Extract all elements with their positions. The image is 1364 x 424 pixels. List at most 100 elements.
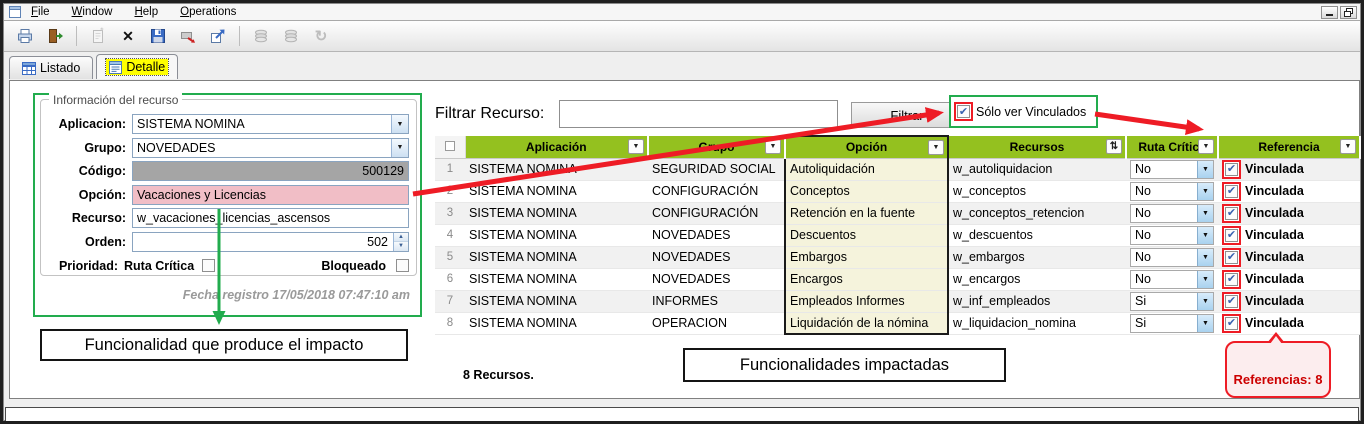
chevron-down-icon[interactable]: ▼ (1197, 183, 1213, 200)
ruta-critica-checkbox[interactable] (202, 259, 215, 272)
aplicacion-dropdown[interactable]: SISTEMA NOMINA ▼ (132, 114, 409, 134)
menu-window[interactable]: Window (72, 6, 113, 18)
table-row[interactable]: 2 SISTEMA NOMINA CONFIGURACIÓN Conceptos… (435, 180, 1360, 202)
cell-grupo[interactable]: CONFIGURACIÓN (648, 180, 785, 202)
cell-referencia[interactable]: ✔Vinculada (1218, 290, 1360, 312)
table-row[interactable]: 6 SISTEMA NOMINA NOVEDADES Encargos w_en… (435, 268, 1360, 290)
chevron-down-icon[interactable]: ▼ (1197, 315, 1213, 332)
table-row[interactable]: 5 SISTEMA NOMINA NOVEDADES Embargos w_em… (435, 246, 1360, 268)
cell-ruta-critica[interactable]: No▼ (1126, 224, 1218, 246)
solo-ver-vinculados-checkbox[interactable]: ✔ (957, 105, 970, 118)
cell-referencia[interactable]: ✔Vinculada (1218, 202, 1360, 224)
cell-referencia[interactable]: ✔Vinculada (1218, 312, 1360, 334)
table-row[interactable]: 7 SISTEMA NOMINA INFORMES Empleados Info… (435, 290, 1360, 312)
cell-referencia[interactable]: ✔Vinculada (1218, 224, 1360, 246)
minimize-button[interactable] (1321, 6, 1338, 19)
chevron-down-icon[interactable]: ▼ (391, 139, 408, 157)
select-all-header[interactable] (435, 136, 465, 158)
cell-ruta-critica[interactable]: No▼ (1126, 246, 1218, 268)
save-button[interactable] (145, 24, 171, 49)
chevron-down-icon[interactable]: ▼ (1197, 249, 1213, 266)
col-aplicacion[interactable]: Aplicación▼ (465, 136, 648, 158)
delete-button[interactable]: ✕ (115, 24, 141, 49)
tab-detalle[interactable]: Detalle (96, 54, 178, 79)
table-row[interactable]: 4 SISTEMA NOMINA NOVEDADES Descuentos w_… (435, 224, 1360, 246)
select-all-box[interactable] (445, 141, 455, 151)
cell-aplicacion[interactable]: SISTEMA NOMINA (465, 158, 648, 180)
cell-aplicacion[interactable]: SISTEMA NOMINA (465, 312, 648, 334)
cell-aplicacion[interactable]: SISTEMA NOMINA (465, 224, 648, 246)
col-grupo[interactable]: Grupo▼ (648, 136, 785, 158)
cell-aplicacion[interactable]: SISTEMA NOMINA (465, 290, 648, 312)
cell-opcion[interactable]: Embargos (785, 246, 948, 268)
spinner-buttons[interactable]: ▲ ▼ (393, 233, 408, 251)
orden-stepper[interactable]: 502 ▲ ▼ (132, 232, 409, 252)
cell-ruta-critica[interactable]: No▼ (1126, 158, 1218, 180)
cell-grupo[interactable]: SEGURIDAD SOCIAL (648, 158, 785, 180)
filter-button[interactable]: Filtrar (851, 102, 963, 128)
cell-grupo[interactable]: INFORMES (648, 290, 785, 312)
cell-aplicacion[interactable]: SISTEMA NOMINA (465, 268, 648, 290)
vinculada-checkbox[interactable]: ✔ (1225, 185, 1238, 198)
chevron-down-icon[interactable]: ▼ (391, 115, 408, 133)
chevron-down-icon[interactable]: ▼ (1197, 161, 1213, 178)
menu-help[interactable]: Help (134, 6, 158, 18)
cell-opcion[interactable]: Autoliquidación (785, 158, 948, 180)
table-row[interactable]: 1 SISTEMA NOMINA SEGURIDAD SOCIAL Autoli… (435, 158, 1360, 180)
cell-ruta-critica[interactable]: Si▼ (1126, 290, 1218, 312)
cell-recurso[interactable]: w_embargos (948, 246, 1126, 268)
filter-dropdown-icon[interactable]: ▼ (628, 139, 644, 154)
tab-listado[interactable]: Listado (9, 56, 93, 79)
chevron-down-icon[interactable]: ▼ (1197, 227, 1213, 244)
vinculada-checkbox[interactable]: ✔ (1225, 207, 1238, 220)
cell-referencia[interactable]: ✔Vinculada (1218, 246, 1360, 268)
chevron-down-icon[interactable]: ▼ (1197, 205, 1213, 222)
spin-up-icon[interactable]: ▲ (394, 233, 408, 243)
col-referencia[interactable]: Referencia▼ (1218, 136, 1360, 158)
stack-button-1[interactable] (248, 24, 274, 49)
cell-recurso[interactable]: w_descuentos (948, 224, 1126, 246)
cell-referencia[interactable]: ✔Vinculada (1218, 180, 1360, 202)
cell-ruta-critica[interactable]: No▼ (1126, 268, 1218, 290)
cell-ruta-critica[interactable]: No▼ (1126, 202, 1218, 224)
col-ruta-critica[interactable]: Ruta Crítica▼ (1126, 136, 1218, 158)
grupo-dropdown[interactable]: NOVEDADES ▼ (132, 138, 409, 158)
vinculada-checkbox[interactable]: ✔ (1225, 229, 1238, 242)
cell-grupo[interactable]: NOVEDADES (648, 224, 785, 246)
cell-opcion[interactable]: Empleados Informes (785, 290, 948, 312)
cell-grupo[interactable]: OPERACION (648, 312, 785, 334)
cell-aplicacion[interactable]: SISTEMA NOMINA (465, 246, 648, 268)
cell-aplicacion[interactable]: SISTEMA NOMINA (465, 202, 648, 224)
exit-button[interactable] (42, 24, 68, 49)
table-row[interactable]: 3 SISTEMA NOMINA CONFIGURACIÓN Retención… (435, 202, 1360, 224)
cell-recurso[interactable]: w_autoliquidacion (948, 158, 1126, 180)
new-button[interactable] (85, 24, 111, 49)
chevron-down-icon[interactable]: ▼ (1197, 293, 1213, 310)
filter-dropdown-icon[interactable]: ▼ (765, 139, 781, 154)
cell-recurso[interactable]: w_encargos (948, 268, 1126, 290)
opcion-field[interactable]: Vacaciones y Licencias (132, 185, 409, 205)
col-recursos[interactable]: Recursos⇅ (948, 136, 1126, 158)
apply-button[interactable] (175, 24, 201, 49)
cell-grupo[interactable]: NOVEDADES (648, 246, 785, 268)
vinculada-checkbox[interactable]: ✔ (1225, 163, 1238, 176)
refresh-button[interactable]: ↻ (308, 24, 334, 49)
col-opcion[interactable]: Opción▼ (785, 136, 948, 158)
sort-icon[interactable]: ⇅ (1106, 139, 1122, 154)
filter-dropdown-icon[interactable]: ▼ (1340, 139, 1356, 154)
filter-dropdown-icon[interactable]: ▼ (1198, 139, 1214, 154)
restore-button[interactable] (1340, 6, 1357, 19)
vinculada-checkbox[interactable]: ✔ (1225, 295, 1238, 308)
cell-referencia[interactable]: ✔Vinculada (1218, 268, 1360, 290)
vinculada-checkbox[interactable]: ✔ (1225, 273, 1238, 286)
vinculada-checkbox[interactable]: ✔ (1225, 251, 1238, 264)
cell-opcion[interactable]: Retención en la fuente (785, 202, 948, 224)
stack-button-2[interactable] (278, 24, 304, 49)
cell-opcion[interactable]: Liquidación de la nómina (785, 312, 948, 334)
bloqueado-checkbox[interactable] (396, 259, 409, 272)
cell-ruta-critica[interactable]: Si▼ (1126, 312, 1218, 334)
cell-referencia[interactable]: ✔Vinculada (1218, 158, 1360, 180)
cell-ruta-critica[interactable]: No▼ (1126, 180, 1218, 202)
table-row[interactable]: 8 SISTEMA NOMINA OPERACION Liquidación d… (435, 312, 1360, 334)
cell-opcion[interactable]: Conceptos (785, 180, 948, 202)
